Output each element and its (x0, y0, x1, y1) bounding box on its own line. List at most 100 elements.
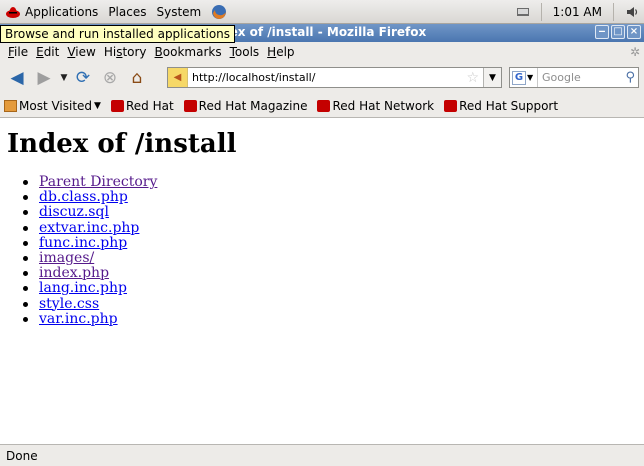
menu-help[interactable]: Help (263, 45, 298, 59)
gnome-top-panel: Applications Places System 1:01 AM (0, 0, 644, 24)
firefox-launcher[interactable] (206, 0, 232, 24)
menu-view[interactable]: View (63, 45, 99, 59)
panel-separator (613, 2, 614, 21)
applications-menu[interactable]: Applications (0, 0, 103, 24)
bookmark-red-hat-network[interactable]: Red Hat Network (317, 99, 434, 113)
firefox-launcher-icon (212, 4, 227, 19)
chevron-down-icon: ▼ (60, 73, 68, 83)
chevron-down-icon: ▼ (489, 72, 496, 83)
search-engine-button[interactable]: G ▼ (510, 68, 538, 87)
places-menu[interactable]: Places (103, 0, 151, 24)
list-item: style.css (23, 296, 157, 312)
bookmark-red-hat-magazine[interactable]: Red Hat Magazine (183, 99, 307, 113)
menu-edit[interactable]: Edit (32, 45, 63, 59)
network-icon (516, 7, 529, 16)
menu-tools-label: Tools (229, 45, 260, 59)
directory-link[interactable]: lang.inc.php (39, 281, 127, 296)
bullet-icon (23, 316, 28, 322)
places-label: Places (108, 4, 147, 19)
stop-icon: ⊗ (102, 68, 118, 88)
list-item: extvar.inc.php (23, 220, 157, 236)
applications-tooltip: Browse and run installed applications (0, 25, 236, 43)
stop-button[interactable]: ⊗ (97, 65, 123, 91)
list-item: var.inc.php (23, 311, 157, 327)
directory-link[interactable]: var.inc.php (39, 311, 118, 327)
menu-bookmarks[interactable]: Bookmarks (151, 45, 226, 59)
site-identity-button[interactable]: ◀ (168, 68, 188, 87)
directory-link[interactable]: index.php (39, 266, 109, 281)
forward-arrow-icon: ▶ (37, 68, 51, 88)
url-input[interactable]: http://localhost/install/ (192, 71, 466, 84)
maximize-icon: □ (613, 26, 623, 37)
bullet-icon (23, 271, 28, 277)
back-arrow-icon: ◀ (10, 68, 24, 88)
bookmark-red-hat[interactable]: Red Hat (110, 98, 174, 113)
search-input[interactable]: Google (542, 71, 625, 84)
close-button[interactable]: × (627, 25, 641, 39)
bookmark-label: Red Hat (125, 98, 174, 113)
list-item: lang.inc.php (23, 281, 157, 296)
directory-link[interactable]: extvar.inc.php (39, 220, 139, 236)
back-button[interactable]: ◀ (4, 65, 30, 91)
menu-help-label: Help (267, 45, 295, 59)
history-dropdown[interactable]: ▼ (58, 73, 70, 83)
directory-link[interactable]: Parent Directory (39, 175, 157, 190)
chevron-down-icon: ▼ (94, 100, 101, 111)
menu-file[interactable]: File (4, 45, 32, 59)
page-title: Index of /install (7, 129, 237, 159)
folder-icon (4, 99, 17, 112)
search-bar[interactable]: G ▼ Google ⚲ (509, 67, 639, 88)
maximize-button[interactable]: □ (611, 25, 625, 39)
reload-button[interactable]: ⟳ (70, 65, 96, 91)
page-content: Index of /install Parent Directory db.cla… (0, 119, 644, 444)
directory-link[interactable]: db.class.php (39, 190, 128, 205)
directory-link[interactable]: func.inc.php (39, 235, 127, 251)
bookmarks-toolbar: Most Visited ▼ Red Hat Red Hat Magazine … (0, 94, 644, 118)
directory-link[interactable]: images/ (39, 251, 94, 266)
home-icon: ⌂ (131, 68, 143, 88)
forward-button[interactable]: ▶ (31, 65, 57, 91)
redhat-bookmark-icon (317, 99, 331, 112)
menu-view-label: View (67, 45, 96, 59)
throbber-icon: ✲ (629, 45, 640, 59)
menu-history[interactable]: History (100, 45, 151, 59)
list-item: discuz.sql (23, 205, 157, 220)
system-menu[interactable]: System (151, 0, 206, 24)
bullet-icon (23, 210, 28, 216)
directory-link[interactable]: discuz.sql (39, 205, 109, 220)
bullet-icon (23, 286, 28, 292)
status-text: Done (6, 448, 38, 463)
menu-tools[interactable]: Tools (226, 45, 264, 59)
close-icon: × (629, 26, 639, 37)
menu-history-label: History (103, 45, 147, 59)
redhat-bookmark-icon (444, 99, 458, 112)
bookmark-label: Red Hat Support (459, 98, 559, 113)
site-identity-icon: ◀ (173, 72, 182, 83)
directory-listing: Parent Directory db.class.php discuz.sql ex… (23, 175, 157, 327)
url-bar[interactable]: ◀ http://localhost/install/ ☆ ▼ (167, 67, 502, 88)
list-item: Parent Directory (23, 175, 157, 190)
clock[interactable]: 1:01 AM (548, 0, 607, 24)
directory-link[interactable]: style.css (39, 296, 99, 312)
minimize-button[interactable]: ‒ (595, 25, 609, 39)
search-icon[interactable]: ⚲ (625, 70, 635, 85)
applications-label: Applications (25, 4, 99, 19)
reload-icon: ⟳ (75, 68, 91, 88)
bookmark-red-hat-support[interactable]: Red Hat Support (444, 99, 558, 113)
menu-bookmarks-label: Bookmarks (154, 45, 222, 59)
bookmark-most-visited[interactable]: Most Visited ▼ (4, 99, 101, 113)
redhat-bookmark-icon (183, 99, 197, 112)
home-button[interactable]: ⌂ (124, 65, 150, 91)
list-item: index.php (23, 266, 157, 281)
speaker-icon (627, 6, 638, 17)
google-icon: G (512, 70, 526, 85)
list-item: db.class.php (23, 190, 157, 205)
bullet-icon (23, 256, 28, 262)
network-tray-icon[interactable] (511, 0, 535, 24)
most-visited-label: Most Visited (19, 98, 93, 113)
bookmark-star-icon[interactable]: ☆ (466, 70, 479, 86)
volume-tray-icon[interactable] (620, 0, 644, 24)
url-dropdown-button[interactable]: ▼ (483, 68, 501, 87)
bookmark-label: Red Hat Network (332, 98, 435, 113)
menu-edit-label: Edit (36, 45, 60, 59)
